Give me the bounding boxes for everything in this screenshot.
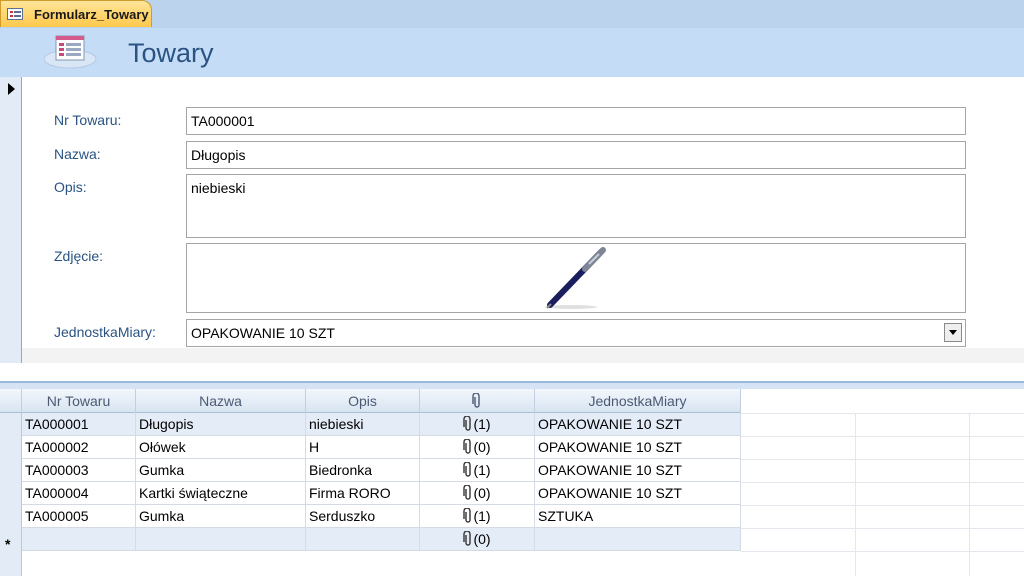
cell-nr[interactable]: TA000003 — [22, 459, 136, 481]
table-row[interactable]: TA000003 Gumka Biedronka (1) OPAKOWANIE … — [22, 459, 741, 482]
cell-opis[interactable]: Firma RORO — [306, 482, 420, 504]
nazwa-field[interactable]: Długopis — [186, 141, 966, 169]
cell-opis[interactable]: niebieski — [306, 413, 420, 435]
cell-jednostka-miary[interactable]: OPAKOWANIE 10 SZT — [535, 482, 741, 504]
grid-line — [741, 528, 1024, 529]
cell-nazwa[interactable] — [136, 528, 306, 550]
form-footer-area — [22, 348, 1024, 363]
form-header: Towary — [0, 28, 1024, 77]
zdjecie-attachment-field[interactable] — [186, 243, 966, 313]
grid-line — [741, 551, 1024, 552]
cell-nr[interactable] — [22, 528, 136, 550]
select-all-corner[interactable] — [0, 389, 22, 413]
label-jednostka-miary: JednostkaMiary: — [54, 324, 156, 340]
grid-line — [741, 482, 1024, 483]
label-opis: Opis: — [54, 179, 87, 195]
column-header-jednostka-miary[interactable]: JednostkaMiary — [535, 389, 741, 413]
cell-jednostka-miary[interactable]: OPAKOWANIE 10 SZT — [535, 413, 741, 435]
cell-nazwa[interactable]: Długopis — [136, 413, 306, 435]
column-header-nazwa[interactable]: Nazwa — [136, 389, 306, 413]
split-form-divider[interactable] — [0, 381, 1024, 389]
cell-jednostka-miary[interactable]: SZTUKA — [535, 505, 741, 527]
new-record-row[interactable]: (0) — [22, 528, 741, 551]
document-tab-bar: Formularz_Towary — [0, 0, 1024, 29]
pen-image — [545, 247, 606, 309]
cell-jednostka-miary[interactable]: OPAKOWANIE 10 SZT — [535, 436, 741, 458]
column-header-row: Nr Towaru Nazwa Opis JednostkaMiary — [0, 389, 741, 413]
cell-nr[interactable]: TA000001 — [22, 413, 136, 435]
cell-nazwa[interactable]: Ołówek — [136, 436, 306, 458]
nr-towaru-field[interactable]: TA000001 — [186, 107, 966, 135]
cell-attachment[interactable]: (0) — [420, 482, 535, 504]
table-row[interactable]: TA000001 Długopis niebieski (1) OPAKOWAN… — [22, 413, 741, 436]
table-row[interactable]: TA000004 Kartki świąteczne Firma RORO (0… — [22, 482, 741, 505]
paperclip-icon — [463, 508, 472, 523]
column-header-nr-towaru[interactable]: Nr Towaru — [22, 389, 136, 413]
attachment-count: (0) — [473, 485, 491, 501]
tab-label: Formularz_Towary — [34, 7, 149, 22]
label-zdjecie: Zdjęcie: — [54, 248, 104, 264]
datasheet: Nr Towaru Nazwa Opis JednostkaMiary TA00… — [0, 389, 1024, 576]
form-icon — [7, 8, 23, 20]
attachment-count: (1) — [473, 462, 491, 478]
new-record-marker: * — [5, 536, 11, 552]
column-header-attachment[interactable] — [420, 389, 535, 413]
cell-opis[interactable]: Biedronka — [306, 459, 420, 481]
cell-nr[interactable]: TA000002 — [22, 436, 136, 458]
grid-line — [969, 413, 970, 576]
jednostka-miary-value: OPAKOWANIE 10 SZT — [191, 325, 335, 341]
row-selector-column[interactable] — [0, 389, 22, 576]
label-nazwa: Nazwa: — [54, 146, 101, 162]
attachment-count: (1) — [473, 416, 491, 432]
paperclip-icon — [463, 531, 472, 546]
grid-line — [855, 413, 856, 576]
page-title: Towary — [128, 38, 214, 68]
grid-line — [741, 505, 1024, 506]
opis-field[interactable]: niebieski — [186, 174, 966, 238]
cell-attachment[interactable]: (1) — [420, 413, 535, 435]
record-selector[interactable] — [0, 77, 22, 363]
paperclip-icon — [463, 416, 472, 431]
grid-line — [741, 436, 1024, 437]
table-row[interactable]: TA000002 Ołówek H (0) OPAKOWANIE 10 SZT — [22, 436, 741, 459]
label-nr-towaru: Nr Towaru: — [54, 112, 122, 128]
form-icon — [44, 35, 97, 69]
cell-opis[interactable] — [306, 528, 420, 550]
paperclip-icon — [463, 439, 472, 454]
grid-line — [741, 459, 1024, 460]
column-header-opis[interactable]: Opis — [306, 389, 420, 413]
cell-jednostka-miary[interactable]: OPAKOWANIE 10 SZT — [535, 459, 741, 481]
paperclip-icon — [472, 393, 480, 408]
cell-opis[interactable]: Serduszko — [306, 505, 420, 527]
grid-line — [741, 413, 1024, 414]
chevron-down-icon[interactable] — [944, 323, 962, 342]
paperclip-icon — [463, 485, 472, 500]
cell-nazwa[interactable]: Gumka — [136, 505, 306, 527]
attachment-count: (1) — [473, 508, 491, 524]
paperclip-icon — [463, 462, 472, 477]
cell-attachment[interactable]: (0) — [420, 436, 535, 458]
cell-attachment[interactable]: (0) — [420, 528, 535, 550]
cell-nazwa[interactable]: Kartki świąteczne — [136, 482, 306, 504]
cell-nr[interactable]: TA000005 — [22, 505, 136, 527]
jednostka-miary-combo[interactable]: OPAKOWANIE 10 SZT — [186, 319, 966, 347]
cell-nr[interactable]: TA000004 — [22, 482, 136, 504]
current-record-arrow-icon — [8, 83, 15, 95]
cell-jednostka-miary[interactable] — [535, 528, 741, 550]
attachment-count: (0) — [473, 531, 491, 547]
tab-formularz-towary[interactable]: Formularz_Towary — [0, 0, 152, 27]
attachment-count: (0) — [473, 439, 491, 455]
cell-attachment[interactable]: (1) — [420, 459, 535, 481]
cell-attachment[interactable]: (1) — [420, 505, 535, 527]
cell-nazwa[interactable]: Gumka — [136, 459, 306, 481]
cell-opis[interactable]: H — [306, 436, 420, 458]
table-row[interactable]: TA000005 Gumka Serduszko (1) SZTUKA — [22, 505, 741, 528]
